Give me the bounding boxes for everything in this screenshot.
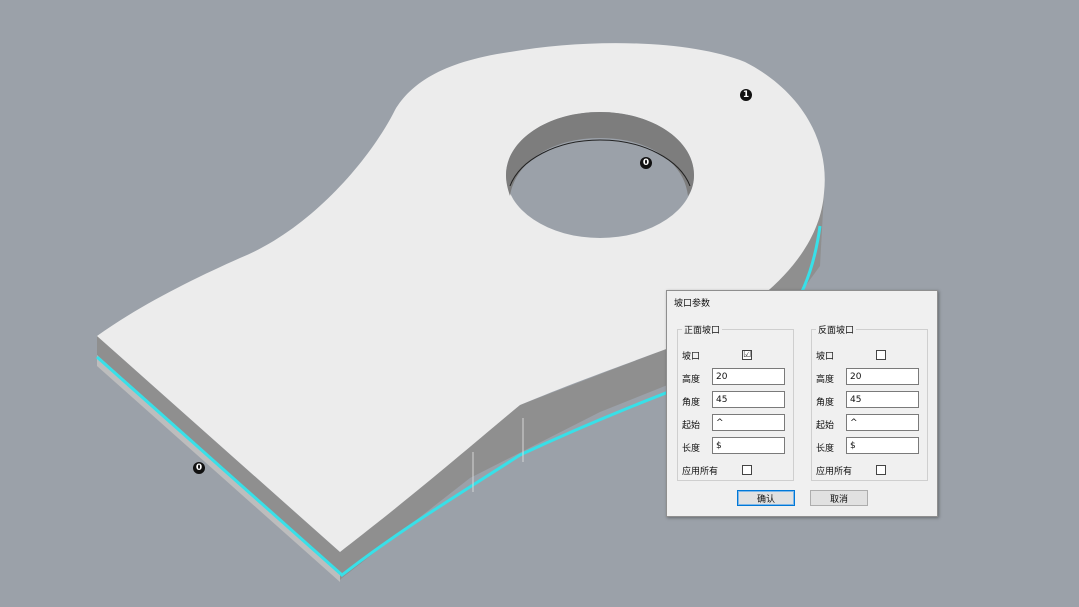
back-length-label: 长度 bbox=[816, 444, 835, 454]
back-bevel-group: 反面坡口 坡口 高度 角度 起始 长度 应用所有 bbox=[811, 323, 928, 481]
back-angle-input[interactable] bbox=[846, 391, 919, 408]
back-apply-all-checkbox[interactable] bbox=[876, 465, 886, 475]
cancel-button[interactable]: 取消 bbox=[810, 490, 868, 506]
marker-label-0-edge: 0 bbox=[193, 462, 205, 474]
back-bevel-checkbox[interactable] bbox=[876, 350, 886, 360]
front-bevel-group: 正面坡口 坡口 ☑ 高度 角度 起始 长度 应用所有 bbox=[677, 323, 794, 481]
marker-label-1: 1 bbox=[740, 89, 752, 101]
dialog-title: 坡口参数 bbox=[674, 299, 711, 309]
bevel-parameters-dialog[interactable]: 坡口参数 正面坡口 坡口 ☑ 高度 角度 起始 长度 应用所有 反面坡口 坡口 … bbox=[666, 290, 938, 517]
front-height-label: 高度 bbox=[682, 375, 701, 385]
back-start-label: 起始 bbox=[816, 421, 835, 431]
front-angle-label: 角度 bbox=[682, 398, 701, 408]
back-apply-all-label: 应用所有 bbox=[816, 467, 853, 477]
front-apply-all-label: 应用所有 bbox=[682, 467, 719, 477]
back-length-input[interactable] bbox=[846, 437, 919, 454]
front-angle-input[interactable] bbox=[712, 391, 785, 408]
front-apply-all-checkbox[interactable] bbox=[742, 465, 752, 475]
back-bevel-group-title: 反面坡口 bbox=[816, 323, 857, 336]
back-height-label: 高度 bbox=[816, 375, 835, 385]
front-height-input[interactable] bbox=[712, 368, 785, 385]
front-start-input[interactable] bbox=[712, 414, 785, 431]
front-length-input[interactable] bbox=[712, 437, 785, 454]
back-angle-label: 角度 bbox=[816, 398, 835, 408]
back-bevel-label: 坡口 bbox=[816, 352, 835, 362]
marker-label-0-hole: 0 bbox=[640, 157, 652, 169]
front-start-label: 起始 bbox=[682, 421, 701, 431]
back-height-input[interactable] bbox=[846, 368, 919, 385]
front-bevel-label: 坡口 bbox=[682, 352, 701, 362]
back-start-input[interactable] bbox=[846, 414, 919, 431]
front-length-label: 长度 bbox=[682, 444, 701, 454]
front-bevel-checkbox[interactable]: ☑ bbox=[742, 350, 752, 360]
ok-button[interactable]: 确认 bbox=[737, 490, 795, 506]
front-bevel-group-title: 正面坡口 bbox=[682, 323, 723, 336]
